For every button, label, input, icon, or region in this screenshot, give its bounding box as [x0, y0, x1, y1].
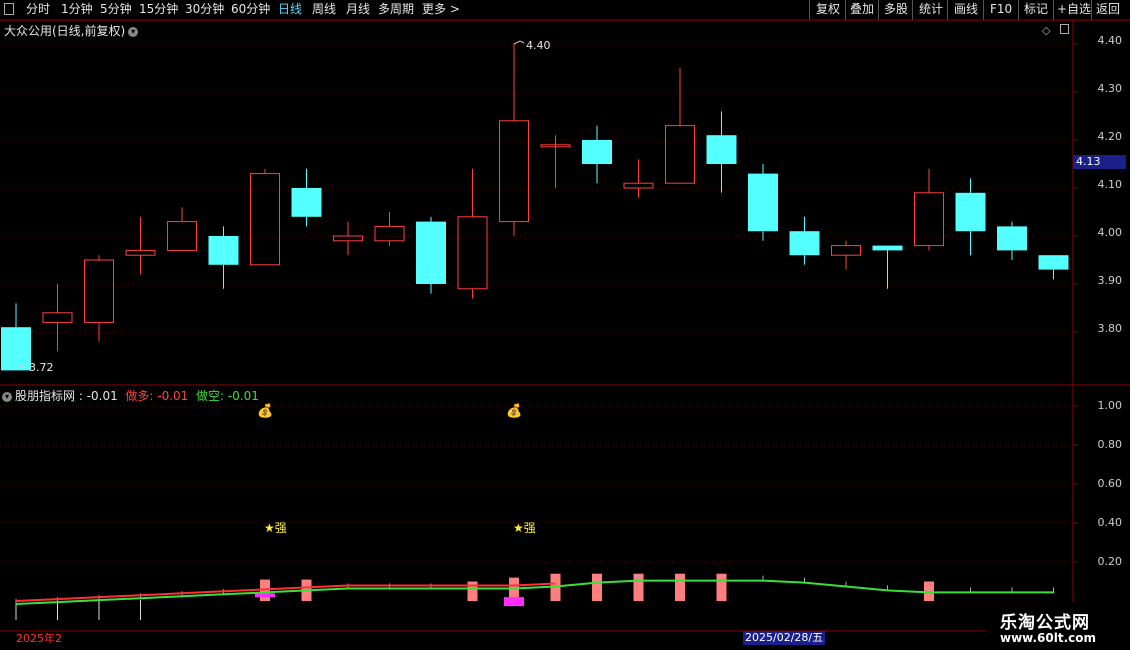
candle-body-up: [623, 182, 654, 189]
y-tick: 4.40: [1097, 34, 1123, 47]
candle-body-down: [1038, 255, 1069, 270]
panel-layout-icon[interactable]: [1060, 24, 1069, 34]
y-tick: 4.20: [1097, 130, 1123, 143]
candle-body-up: [665, 125, 695, 184]
y-tick: 4.10: [1097, 178, 1123, 191]
high-price-label: 4.40: [526, 39, 551, 52]
candle-body-up: [333, 235, 363, 242]
strong-signal-label: ★强: [513, 521, 536, 535]
logo-url: www.60lt.com: [1000, 631, 1097, 645]
candle-body-down: [872, 245, 903, 251]
indicator-title: ▾ 股朋指标网 : -0.01 做多: -0.01 做空: -0.01: [2, 387, 259, 404]
current-price-tag: 4.13: [1073, 155, 1126, 169]
candle-body-down: [1, 327, 31, 371]
long-value: 做多: -0.01: [125, 389, 189, 403]
candle-body-up: [914, 192, 944, 247]
indicator-name: 股朋指标网: [15, 389, 79, 403]
start-date-label: 2025年2: [16, 632, 62, 645]
magenta-bar: [255, 593, 275, 598]
diamond-icon[interactable]: ◇: [1042, 24, 1050, 37]
candle-body-down: [955, 192, 986, 232]
indicator-value: : -0.01: [78, 389, 118, 403]
candle-body-down: [997, 226, 1027, 251]
low-price-label: 3.72: [29, 361, 54, 374]
candle-body-down: [416, 221, 446, 284]
main-chart-title: 大众公用(日线,前复权) ▾: [4, 22, 139, 39]
chevron-down-icon[interactable]: ▾: [2, 391, 12, 402]
y-tick: 3.90: [1097, 274, 1123, 287]
candle-body-down: [748, 173, 778, 232]
indicator-y-tick: 0.80: [1097, 438, 1123, 451]
candle-body-up: [250, 173, 280, 266]
candle-body-up: [374, 225, 405, 242]
candle-body-down: [706, 135, 737, 164]
cursor-date-label: 2025/02/28/五: [743, 631, 826, 645]
candle-body-up: [499, 120, 529, 223]
candle-body-down: [291, 188, 322, 217]
y-tick: 4.00: [1097, 226, 1123, 239]
y-tick: 3.80: [1097, 322, 1123, 335]
high-marker: [513, 40, 525, 45]
short-value: 做空: -0.01: [195, 389, 259, 403]
money-bag-icon: 💰: [506, 404, 523, 419]
logo-name: 乐淘公式网: [1000, 613, 1090, 633]
magenta-bar: [504, 597, 524, 607]
candle-body-up: [42, 312, 73, 323]
candle-body-up: [84, 259, 114, 323]
stock-title: 大众公用(日线,前复权): [4, 24, 126, 38]
chevron-down-icon[interactable]: ▾: [128, 26, 139, 37]
candle-body-up: [125, 249, 156, 256]
candle-body-up: [457, 216, 488, 290]
candle-body-down: [789, 231, 820, 256]
y-tick: 4.30: [1097, 82, 1123, 95]
kline-chart[interactable]: [0, 0, 1130, 650]
money-bag-icon: 💰: [257, 404, 274, 419]
indicator-y-tick: 0.40: [1097, 516, 1123, 529]
indicator-y-tick: 0.20: [1097, 555, 1123, 568]
strong-signal-label: ★强: [264, 521, 287, 535]
candle-body-up: [831, 245, 861, 256]
indicator-y-tick: 1.00: [1097, 399, 1123, 412]
indicator-y-tick: 0.60: [1097, 477, 1123, 490]
candle-body-down: [208, 236, 239, 265]
watermark-logo: 乐淘公式网 www.60lt.com: [986, 602, 1130, 650]
candle-body-down: [582, 140, 612, 164]
